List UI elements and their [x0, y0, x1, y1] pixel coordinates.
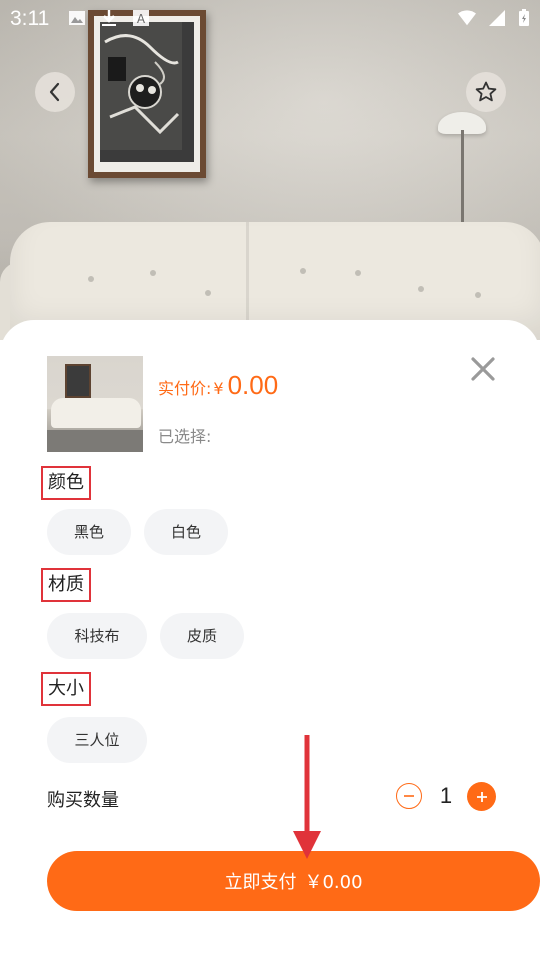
thumbnail-rug [47, 430, 143, 452]
text-a-icon: A [133, 10, 149, 26]
group-title-color: 颜色 [41, 466, 91, 500]
status-time: 3:11 [10, 7, 50, 30]
close-icon [471, 357, 495, 381]
svg-text:A: A [137, 12, 146, 26]
product-thumbnail [47, 356, 143, 452]
battery-icon [519, 9, 529, 26]
close-button[interactable] [468, 354, 498, 384]
sofa-tuft [355, 270, 361, 276]
star-outline-icon [475, 81, 497, 102]
group-title-size: 大小 [41, 672, 91, 706]
quantity-value: 1 [439, 783, 453, 808]
option-chip-tech-fabric[interactable]: 科技布 [47, 613, 147, 659]
thumbnail-sofa [51, 398, 141, 428]
quantity-label: 购买数量 [47, 790, 119, 811]
sofa-tuft [88, 276, 94, 282]
price-value: 0.00 [227, 370, 279, 400]
option-chip-white[interactable]: 白色 [144, 509, 228, 555]
download-icon [102, 10, 116, 26]
pay-button-amount: ￥0.00 [304, 872, 363, 893]
notification-icons: A [68, 9, 150, 27]
option-chip-leather[interactable]: 皮质 [160, 613, 244, 659]
minus-icon [404, 795, 414, 797]
sofa-tuft [418, 286, 424, 292]
image-icon [69, 11, 85, 25]
pay-now-button[interactable]: 立即支付 ￥0.00 [47, 851, 540, 911]
price-label: 实付价: [158, 379, 212, 398]
painting-abstract-shapes [100, 22, 182, 150]
sku-selection-sheet: 实付价: ¥ 0.00 已选择: 颜色 黑色 白色 材质 科技布 皮质 大小 三… [0, 320, 540, 960]
wifi-icon [458, 10, 476, 26]
painting-art [100, 22, 194, 162]
product-photo [0, 0, 540, 340]
sofa-tuft [300, 268, 306, 274]
group-title-material: 材质 [41, 568, 91, 602]
sofa-tuft [205, 290, 211, 296]
option-chip-black[interactable]: 黑色 [47, 509, 131, 555]
system-icons [458, 9, 530, 27]
chevron-left-icon [49, 82, 60, 102]
status-bar: 3:11 A [0, 0, 540, 36]
back-button[interactable] [35, 72, 75, 112]
pay-button-label: 立即支付 [224, 872, 297, 893]
signal-icon [489, 10, 505, 26]
annotation-arrow-icon [293, 735, 321, 859]
price-line: 实付价: ¥ 0.00 [158, 370, 278, 401]
sofa-tuft [150, 270, 156, 276]
quantity-decrease-button[interactable] [396, 783, 422, 809]
favorite-button[interactable] [466, 72, 506, 112]
option-chip-three-seater[interactable]: 三人位 [47, 717, 147, 763]
price-currency: ¥ [213, 379, 224, 398]
sofa-tuft [475, 292, 481, 298]
plus-icon [476, 791, 487, 802]
quantity-increase-button[interactable] [467, 782, 496, 811]
thumbnail-painting [65, 364, 91, 398]
selected-label: 已选择: [158, 427, 212, 446]
